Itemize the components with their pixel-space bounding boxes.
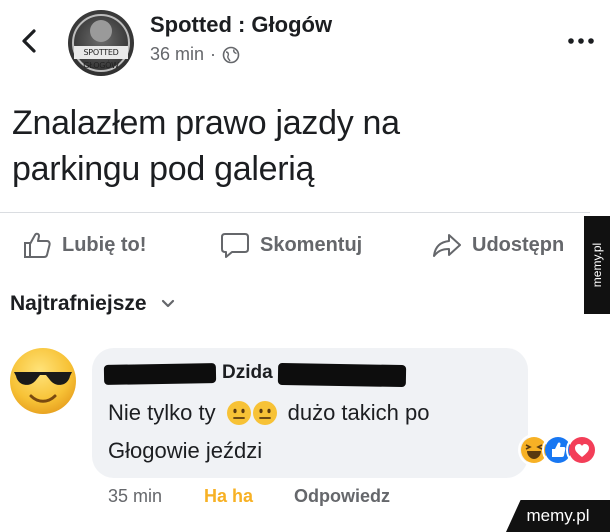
thumbs-up-icon: [24, 232, 51, 258]
globe-icon: [222, 46, 240, 63]
back-arrow-icon[interactable]: [14, 26, 44, 56]
comment-sort-dropdown[interactable]: Najtrafniejsze: [10, 292, 175, 316]
comment-text-part: dużo takich po: [287, 400, 430, 425]
comment-reactions[interactable]: [518, 434, 598, 466]
sunglasses-emoji-avatar[interactable]: [8, 346, 78, 416]
comment-author-name[interactable]: Dzida: [222, 362, 273, 384]
watermark-text: memy.pl: [590, 242, 604, 288]
post-meta: 36 min ·: [150, 44, 240, 65]
comment-time[interactable]: 35 min: [108, 486, 162, 507]
side-watermark: memy.pl: [584, 216, 610, 314]
avatar-logo-text: SPOTTED GŁOGÓW: [74, 46, 128, 70]
neutral-face-emoji-icon: [226, 401, 251, 425]
comment-button[interactable]: Skomentuj: [220, 228, 362, 262]
post-time[interactable]: 36 min: [150, 44, 204, 65]
divider: [0, 212, 590, 213]
share-label: Udostępn: [472, 233, 565, 256]
redaction-bar: [277, 362, 407, 388]
share-button[interactable]: Udostępn: [432, 228, 564, 262]
like-button[interactable]: Lubię to!: [22, 228, 146, 262]
love-reaction-icon: [566, 434, 598, 466]
comment-text-line: Nie tylko ty dużo takich po: [108, 400, 429, 426]
post-text-line: parkingu pod galerią: [12, 150, 315, 188]
more-options-icon[interactable]: [566, 36, 596, 46]
comment-reply-button[interactable]: Odpowiedz: [294, 486, 390, 507]
chevron-down-icon: [161, 299, 174, 308]
share-arrow-icon: [433, 234, 461, 257]
page-avatar[interactable]: SPOTTED GŁOGÓW: [68, 10, 134, 76]
sort-label: Najtrafniejsze: [10, 292, 147, 315]
redaction-bar: [103, 363, 217, 385]
comment-label: Skomentuj: [260, 233, 363, 256]
like-label: Lubię to!: [62, 233, 147, 256]
page-name[interactable]: Spotted : Głogów: [150, 12, 332, 38]
post-text-line: Znalazłem prawo jazdy na: [12, 104, 400, 142]
comment-text-line: Głogowie jeździ: [108, 438, 263, 463]
comment-reaction-button[interactable]: Ha ha: [204, 486, 253, 507]
bottom-watermark: memy.pl: [506, 500, 610, 532]
comment-text-part: Nie tylko ty: [108, 400, 216, 425]
post-body: Znalazłem prawo jazdy na parkingu pod ga…: [12, 100, 572, 192]
speech-bubble-icon: [221, 233, 249, 258]
neutral-face-emoji-icon: [252, 401, 277, 425]
meta-separator: ·: [210, 44, 217, 64]
